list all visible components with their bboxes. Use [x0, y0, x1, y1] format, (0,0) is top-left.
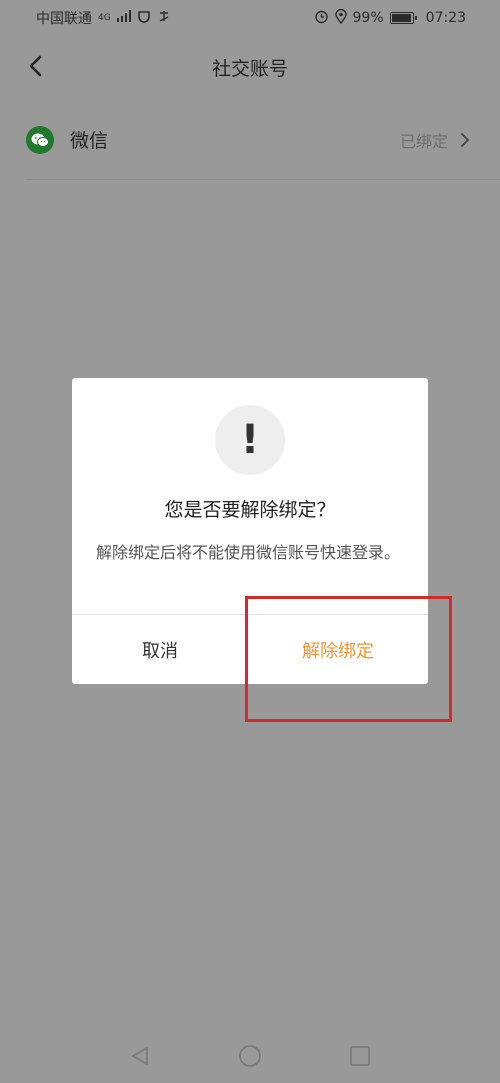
highlight-box: [245, 596, 452, 722]
signal-icon: [116, 10, 131, 26]
binding-status: 已绑定: [399, 131, 448, 151]
location-icon: [334, 8, 347, 28]
chevron-left-icon: [29, 55, 42, 77]
wechat-account-row[interactable]: 微信 已绑定: [26, 100, 500, 180]
wechat-label: 微信: [70, 130, 109, 152]
triangle-back-icon: [132, 1046, 148, 1065]
home-nav-button[interactable]: [238, 1044, 262, 1068]
back-nav-button[interactable]: [128, 1044, 152, 1068]
carrier-name: 中国联通: [36, 11, 92, 27]
battery-icon: [389, 12, 417, 24]
app-notification-icon: [137, 9, 151, 27]
status-left: 中国联通 4G: [36, 8, 171, 28]
recents-nav-button[interactable]: [348, 1044, 372, 1068]
warning-icon: !: [215, 405, 285, 475]
battery-percent: 99%: [352, 10, 384, 26]
back-button[interactable]: [18, 48, 54, 84]
alarm-icon: [314, 9, 329, 28]
square-recents-icon: [350, 1045, 370, 1066]
dialog-title: 您是否要解除绑定？: [164, 499, 336, 521]
status-bar: 中国联通 4G 99% 07:23: [0, 0, 500, 36]
dialog-message: 解除绑定后将不能使用微信账号快速登录。: [96, 543, 401, 562]
circle-home-icon: [239, 1044, 261, 1067]
chevron-right-icon: [460, 132, 470, 148]
navigation-bar: [0, 1028, 500, 1083]
status-right: 99% 07:23: [314, 8, 466, 28]
network-type: 4G: [98, 13, 111, 23]
cancel-button[interactable]: 取消: [72, 615, 248, 684]
page-title: 社交账号: [211, 57, 288, 80]
wechat-icon: [26, 125, 54, 154]
app-notification-icon-2: [157, 9, 171, 27]
clock-time: 07:23: [425, 10, 466, 26]
header: 社交账号: [0, 36, 500, 98]
